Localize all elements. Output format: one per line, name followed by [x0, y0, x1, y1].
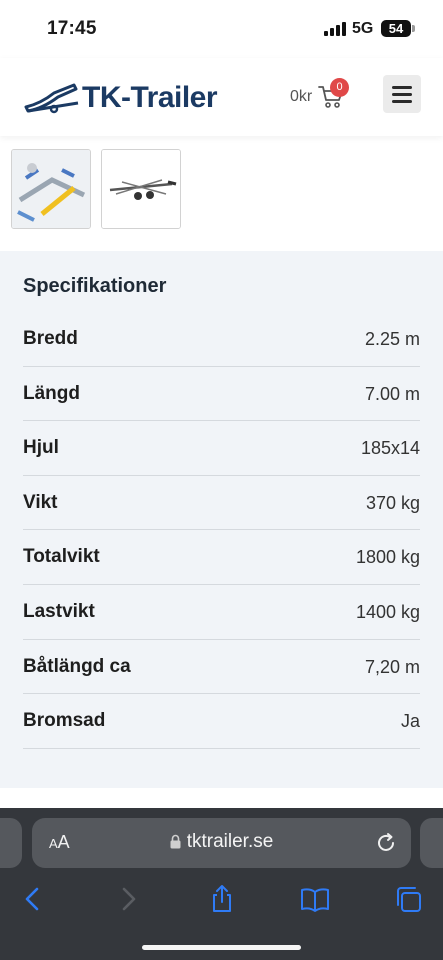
spec-value: 185x14 — [360, 438, 420, 459]
trailer-photo-icon — [12, 150, 90, 228]
reload-icon[interactable] — [375, 832, 397, 854]
cart-count-badge: 0 — [330, 78, 349, 97]
site-logo[interactable]: TK-Trailer — [24, 78, 218, 118]
spec-label: Totalvikt — [23, 546, 100, 568]
battery-icon: 54 — [381, 20, 415, 37]
spec-label: Längd — [23, 382, 80, 404]
spec-row: Båtlängd ca 7,20 m — [23, 640, 420, 695]
status-time: 17:45 — [47, 18, 97, 39]
spec-value: 1400 kg — [355, 602, 420, 622]
spec-value: 7,20 m — [364, 656, 420, 677]
url-text: tktrailer.se — [186, 831, 274, 852]
address-bar[interactable]: AA tktrailer.se — [32, 818, 411, 868]
specifications-section: Specifikationer Bredd 2.25 m Längd 7.00 … — [0, 251, 443, 788]
tabs-icon[interactable] — [394, 884, 424, 914]
spec-label: Vikt — [23, 491, 58, 513]
cart-total: 0kr — [290, 88, 313, 105]
spec-row: Vikt 370 kg — [23, 476, 420, 531]
spec-value: 370 kg — [365, 492, 420, 513]
home-indicator — [142, 945, 301, 950]
share-icon[interactable] — [207, 884, 237, 914]
spec-value: Ja — [400, 711, 420, 732]
url-display[interactable]: tktrailer.se — [32, 831, 411, 853]
site-header: TK-Trailer 0kr 0 — [0, 58, 443, 136]
spec-label: Bredd — [23, 328, 78, 349]
previous-tab-preview[interactable] — [0, 818, 22, 868]
status-bar: 17:45 5G 54 — [0, 0, 443, 58]
spec-label: Hjul — [23, 437, 59, 459]
spec-label: Bromsad — [23, 710, 106, 732]
forward-icon[interactable] — [113, 884, 143, 914]
safari-bottom-toolbar — [0, 878, 443, 924]
spec-row: Bromsad Ja — [23, 694, 420, 749]
network-type: 5G — [352, 20, 374, 37]
browser-toolbar: AA tktrailer.se — [0, 808, 443, 960]
bookmarks-icon[interactable] — [300, 884, 330, 914]
spec-row: Lastvikt 1400 kg — [23, 585, 420, 640]
product-thumbnails — [11, 149, 181, 229]
spec-row: Bredd 2.25 m — [23, 312, 420, 367]
spec-title: Specifikationer — [23, 275, 167, 297]
spec-row: Hjul 185x14 — [23, 421, 420, 476]
lock-icon — [170, 834, 181, 849]
boat-trailer-logo-icon — [24, 83, 79, 114]
spec-value: 2.25 m — [364, 329, 420, 349]
spec-value: 1800 kg — [355, 547, 420, 568]
next-tab-preview[interactable] — [420, 818, 443, 868]
spec-row: Längd 7.00 m — [23, 367, 420, 422]
thumbnail-trailer-photo-2[interactable] — [101, 149, 181, 229]
cellular-signal-icon — [324, 22, 346, 36]
spec-label: Båtlängd ca — [23, 655, 131, 677]
back-icon[interactable] — [18, 884, 48, 914]
thumbnail-trailer-photo-1[interactable] — [11, 149, 91, 229]
spec-row: Totalvikt 1800 kg — [23, 530, 420, 585]
hamburger-menu-icon[interactable] — [383, 75, 421, 113]
trailer-photo-icon — [102, 150, 180, 228]
logo-text: TK-Trailer — [82, 81, 218, 114]
spec-value: 7.00 m — [364, 383, 420, 404]
spec-label: Lastvikt — [23, 601, 95, 622]
